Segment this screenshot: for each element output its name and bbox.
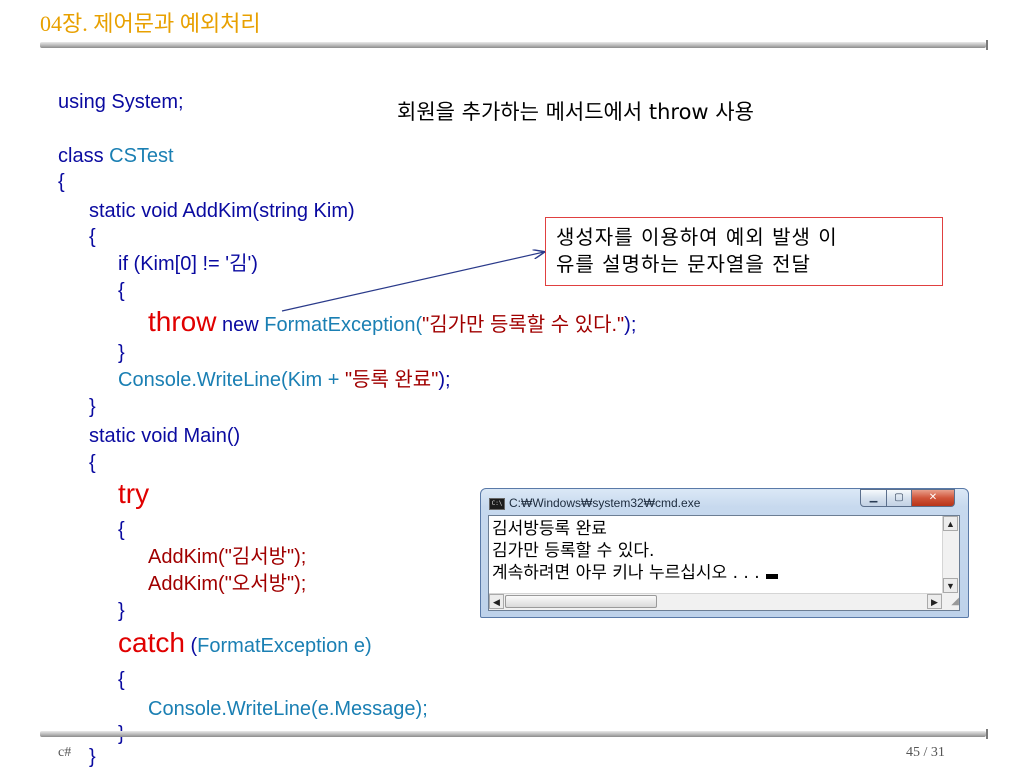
code-text: using System; [58, 91, 184, 113]
page-number: 45 / 31 [906, 745, 945, 760]
code-text: ); [624, 314, 637, 336]
code-keyword: class [58, 145, 110, 167]
code-line: Console.WriteLine(e.Message); [148, 698, 428, 720]
console-line: 김가만 등록할 수 있다. [492, 541, 655, 561]
code-line: AddKim("오서방"); [148, 573, 307, 595]
horizontal-scrollbar[interactable]: ◀ ▶ [489, 593, 942, 610]
scroll-down-icon[interactable]: ▼ [943, 578, 958, 593]
code-line: Console.WriteLine(Kim + "등록 완료"); [118, 368, 451, 392]
scroll-up-icon[interactable]: ▲ [943, 516, 958, 531]
code-line: } [89, 746, 96, 768]
callout-line: 생성자를 이용하여 예외 발생 이 [556, 225, 838, 249]
code-line: } [118, 600, 125, 622]
cmd-window: C:\ C:₩Windows₩system32₩cmd.exe ▁ ▢ ✕ 김서… [480, 488, 969, 618]
try-keyword: try [118, 478, 150, 509]
footer-divider [40, 729, 988, 739]
callout-box: 생성자를 이용하여 예외 발생 이 유를 설명하는 문자열을 전달 [545, 217, 943, 286]
code-line: } [118, 342, 125, 364]
code-line: { [118, 280, 125, 302]
slide-caption: 회원을 추가하는 메서드에서 throw 사용 [397, 100, 754, 124]
code-type: FormatException e) [197, 635, 372, 657]
code-line-throw: throw new FormatException("김가만 등록할 수 있다.… [148, 308, 637, 337]
code-line: } [89, 396, 96, 418]
code-line: { [118, 669, 125, 691]
maximize-icon[interactable]: ▢ [886, 489, 912, 507]
code-line-catch: catch (FormatException e) [118, 629, 372, 658]
minimize-icon[interactable]: ▁ [860, 489, 887, 507]
code-text: Console.WriteLine(Kim + [118, 369, 345, 391]
text-cursor [765, 574, 778, 579]
cmd-app-icon[interactable]: C:\ [489, 498, 505, 510]
code-line: { [58, 171, 65, 193]
code-line: { [89, 226, 96, 248]
slide-title: 04장. 제어문과 예외처리 [40, 11, 261, 36]
code-string: "등록 완료" [344, 369, 439, 391]
code-line: static void AddKim(string Kim) [89, 200, 355, 222]
code-line: AddKim("김서방"); [148, 546, 307, 568]
close-icon[interactable]: ✕ [911, 489, 955, 507]
console-output: 김서방등록 완료 김가만 등록할 수 있다. 계속하려면 아무 키나 누르십시오 .… [492, 518, 778, 584]
code-line: if (Kim[0] != '김') [118, 253, 258, 275]
code-text: ); [438, 369, 451, 391]
code-line-try: try [118, 480, 149, 509]
throw-keyword: throw [148, 306, 217, 337]
code-line: class CSTest [58, 144, 174, 168]
console-line-prompt: 계속하려면 아무 키나 누르십시오 . . . [492, 562, 778, 584]
code-type: FormatException( [264, 314, 423, 336]
footer-label: c# [58, 745, 72, 760]
catch-keyword: catch [118, 627, 185, 658]
code-string: "김가만 등록할 수 있다." [422, 314, 625, 336]
code-text: ( [184, 635, 198, 657]
console-line: 계속하려면 아무 키나 누르십시오 . . . [492, 563, 760, 583]
code-classname: CSTest [109, 145, 174, 167]
code-keyword: new [216, 314, 265, 336]
code-line: { [118, 519, 125, 541]
cmd-client-area[interactable]: 김서방등록 완료 김가만 등록할 수 있다. 계속하려면 아무 키나 누르십시오 .… [488, 515, 960, 611]
header-divider [40, 40, 988, 50]
callout-line: 유를 설명하는 문자열을 전달 [556, 252, 811, 276]
vertical-scrollbar[interactable]: ▲ ▼ [942, 516, 959, 593]
console-line: 김서방등록 완료 [492, 519, 607, 539]
scroll-right-icon[interactable]: ▶ [927, 594, 942, 609]
cmd-titlebar[interactable]: C:\ C:₩Windows₩system32₩cmd.exe ▁ ▢ ✕ [481, 489, 968, 515]
code-line: using System; [58, 90, 184, 114]
code-line: { [89, 452, 96, 474]
code-line: static void Main() [89, 425, 241, 447]
scroll-left-icon[interactable]: ◀ [489, 594, 504, 609]
horizontal-scroll-thumb[interactable] [505, 595, 657, 608]
resize-grip-icon[interactable]: ◢ [942, 593, 959, 610]
cmd-window-title: C:₩Windows₩system32₩cmd.exe [509, 496, 701, 510]
